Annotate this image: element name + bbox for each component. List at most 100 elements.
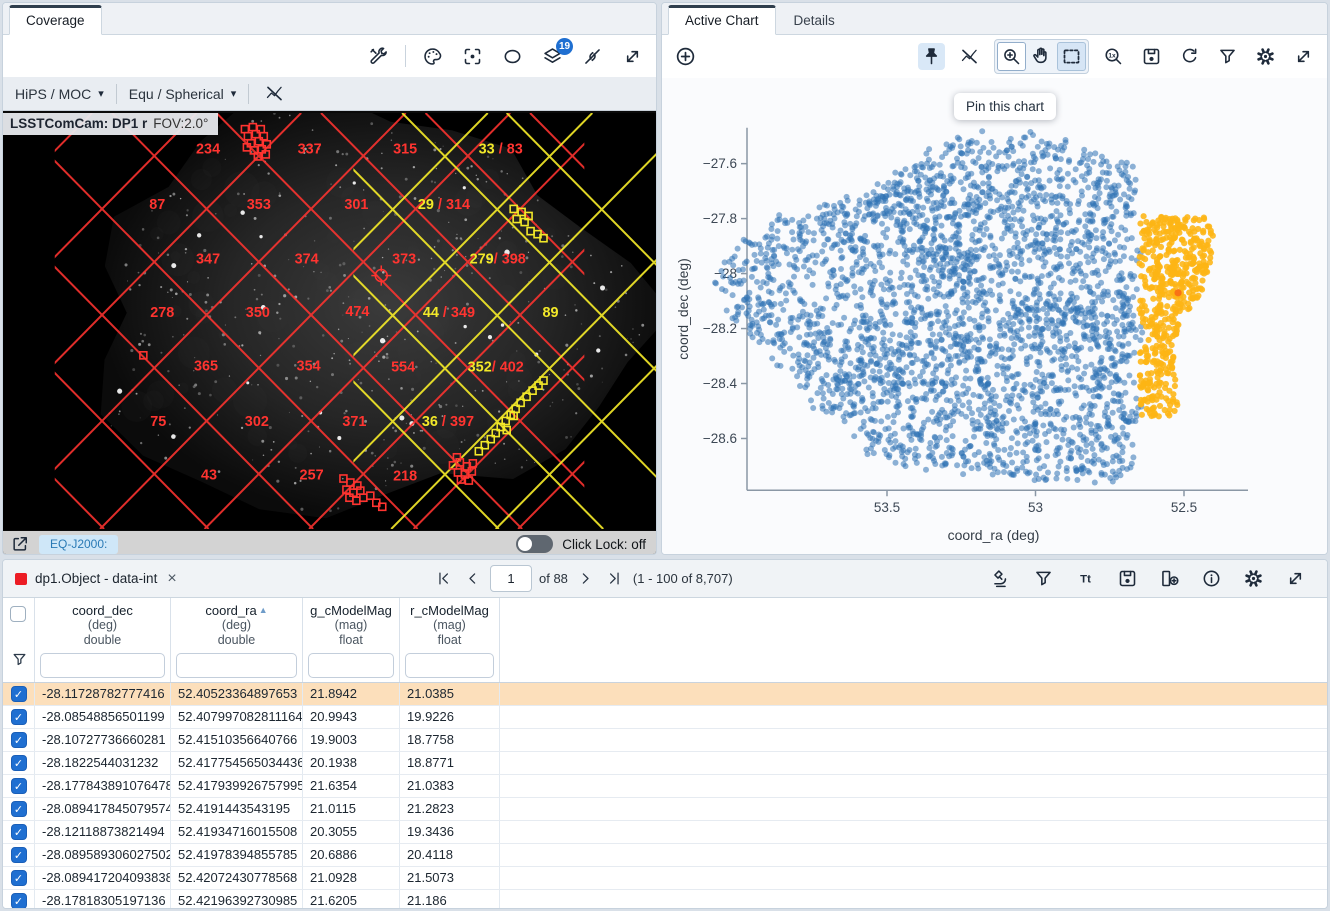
cell-coord_dec[interactable]: -28.08548856501199 xyxy=(35,706,171,728)
cell-g_cModelMag[interactable]: 20.3055 xyxy=(303,821,400,843)
cell-g_cModelMag[interactable]: 20.1938 xyxy=(303,752,400,774)
gear-icon[interactable] xyxy=(1252,43,1279,70)
select-rect-icon[interactable] xyxy=(1057,42,1086,71)
cell-g_cModelMag[interactable]: 20.6886 xyxy=(303,844,400,866)
hips-moc-dropdown[interactable]: HiPS / MOC ▾ xyxy=(15,86,104,102)
cell-coord_ra[interactable]: 52.40523364897653 xyxy=(171,683,303,705)
cell-coord_dec[interactable]: -28.089589306027502 xyxy=(35,844,171,866)
tab-coverage[interactable]: Coverage xyxy=(9,5,102,35)
filter-input-coord_dec[interactable] xyxy=(40,653,165,678)
cell-g_cModelMag[interactable]: 21.8942 xyxy=(303,683,400,705)
cell-coord_ra[interactable]: 52.42072430778568 xyxy=(171,867,303,889)
cell-coord_dec[interactable]: -28.10727736660281 xyxy=(35,729,171,751)
text-options-icon[interactable]: Tt xyxy=(1072,565,1099,592)
scatter-chart[interactable]: −27.6−27.8−28−28.2−28.4−28.653.55352.5co… xyxy=(662,78,1327,554)
cell-g_cModelMag[interactable]: 19.9003 xyxy=(303,729,400,751)
row-checkbox[interactable]: ✓ xyxy=(11,686,27,702)
link-off-icon[interactable] xyxy=(579,43,606,70)
cell-coord_dec[interactable]: -28.089417845079574 xyxy=(35,798,171,820)
click-lock-toggle[interactable] xyxy=(516,535,553,553)
last-page-button[interactable] xyxy=(604,568,626,590)
cell-coord_dec[interactable]: -28.11728782777416 xyxy=(35,683,171,705)
filter-input-r_cModelMag[interactable] xyxy=(405,653,494,678)
filter-icon[interactable] xyxy=(1214,43,1241,70)
table-row[interactable]: ✓ -28.1172878277741652.4052336489765321.8… xyxy=(3,683,1327,706)
column-header-g_cModelMag[interactable]: g_cModelMag(mag)float xyxy=(303,598,400,682)
first-page-button[interactable] xyxy=(432,568,454,590)
cell-coord_ra[interactable]: 52.417939926757995 xyxy=(171,775,303,797)
cell-g_cModelMag[interactable]: 21.6205 xyxy=(303,890,400,909)
cell-r_cModelMag[interactable]: 21.186 xyxy=(400,890,500,909)
row-checkbox[interactable]: ✓ xyxy=(11,732,27,748)
cell-r_cModelMag[interactable]: 19.3436 xyxy=(400,821,500,843)
table-tab-title[interactable]: dp1.Object - data-int xyxy=(35,571,157,586)
zoom-in-icon[interactable] xyxy=(997,42,1026,71)
cell-r_cModelMag[interactable]: 20.4118 xyxy=(400,844,500,866)
table-row[interactable]: ✓ -28.08941720409383852.42072430778568 21.… xyxy=(3,867,1327,890)
save-icon[interactable] xyxy=(1114,565,1141,592)
cell-coord_ra[interactable]: 52.41978394855785 xyxy=(171,844,303,866)
refresh-icon[interactable] xyxy=(1176,43,1203,70)
filter-input-coord_ra[interactable] xyxy=(176,653,297,678)
save-icon[interactable] xyxy=(1138,43,1165,70)
cell-g_cModelMag[interactable]: 21.0115 xyxy=(303,798,400,820)
cell-coord_dec[interactable]: -28.17818305197136 xyxy=(35,890,171,909)
cell-coord_dec[interactable]: -28.1822544031232 xyxy=(35,752,171,774)
cell-coord_ra[interactable]: 52.41934716015508 xyxy=(171,821,303,843)
cell-coord_dec[interactable]: -28.12118873821494 xyxy=(35,821,171,843)
table-row[interactable]: ✓-28.08958930602750252.4197839485578520.… xyxy=(3,844,1327,867)
page-number-input[interactable] xyxy=(490,565,532,592)
sky-image-viewer[interactable]: 23433731533 / 838735330129 / 31434737437… xyxy=(3,111,656,555)
projection-dropdown[interactable]: Equ / Spherical ▾ xyxy=(129,86,236,102)
cell-g_cModelMag[interactable]: 20.9943 xyxy=(303,706,400,728)
cell-r_cModelMag[interactable]: 19.9226 xyxy=(400,706,500,728)
ellipse-region-icon[interactable] xyxy=(499,43,526,70)
cell-r_cModelMag[interactable]: 21.2823 xyxy=(400,798,500,820)
distance-tool-off-icon[interactable] xyxy=(261,80,288,107)
close-table-icon[interactable]: × xyxy=(167,570,176,588)
cell-coord_ra[interactable]: 52.407997082811164 xyxy=(171,706,303,728)
cell-coord_ra[interactable]: 52.42196392730985 xyxy=(171,890,303,909)
cell-coord_dec[interactable]: -28.177843891076478 xyxy=(35,775,171,797)
gear-icon[interactable] xyxy=(1240,565,1267,592)
filter-row-icon[interactable] xyxy=(11,651,28,673)
table-row[interactable]: ✓ -28.1211887382149452.4193471601550820.3… xyxy=(3,821,1327,844)
row-checkbox[interactable]: ✓ xyxy=(11,801,27,817)
expand-image-icon[interactable] xyxy=(10,534,30,554)
expand-icon[interactable] xyxy=(1290,43,1317,70)
row-checkbox[interactable]: ✓ xyxy=(11,870,27,886)
row-checkbox[interactable]: ✓ xyxy=(11,709,27,725)
cell-r_cModelMag[interactable]: 18.8771 xyxy=(400,752,500,774)
table-row[interactable]: ✓-28.1781830519713652.4219639273098521.6… xyxy=(3,890,1327,909)
pin-icon[interactable] xyxy=(918,43,945,70)
tab-active-chart[interactable]: Active Chart xyxy=(668,5,776,35)
table-row[interactable]: ✓ -28.1072773666028152.4151035664076619.9… xyxy=(3,729,1327,752)
cell-r_cModelMag[interactable]: 21.5073 xyxy=(400,867,500,889)
column-header-r_cModelMag[interactable]: r_cModelMag(mag)float xyxy=(400,598,500,682)
row-checkbox[interactable]: ✓ xyxy=(11,847,27,863)
cell-r_cModelMag[interactable]: 21.0383 xyxy=(400,775,500,797)
filter-input-g_cModelMag[interactable] xyxy=(308,653,394,678)
cell-coord_ra[interactable]: 52.4191443543195 xyxy=(171,798,303,820)
tab-details[interactable]: Details xyxy=(778,8,851,34)
row-checkbox[interactable]: ✓ xyxy=(11,824,27,840)
expand-icon[interactable] xyxy=(1282,565,1309,592)
cell-coord_dec[interactable]: -28.089417204093838 xyxy=(35,867,171,889)
info-icon[interactable] xyxy=(1198,565,1225,592)
cell-r_cModelMag[interactable]: 18.7758 xyxy=(400,729,500,751)
cell-coord_ra[interactable]: 52.41510356640766 xyxy=(171,729,303,751)
trace-off-icon[interactable] xyxy=(956,43,983,70)
table-row[interactable]: ✓ -28.08941784507957452.419144354319521.0… xyxy=(3,798,1327,821)
scatter-chart-area[interactable]: −27.6−27.8−28−28.2−28.4−28.653.55352.5co… xyxy=(662,78,1327,554)
previous-page-button[interactable] xyxy=(461,568,483,590)
recenter-icon[interactable] xyxy=(459,43,486,70)
zoom-1x-icon[interactable]: 1x xyxy=(1100,43,1127,70)
layers-icon[interactable]: 19 xyxy=(539,43,566,70)
expand-icon[interactable] xyxy=(619,43,646,70)
palette-icon[interactable] xyxy=(419,43,446,70)
table-row[interactable]: ✓ -28.0854885650119952.40799708281116420.… xyxy=(3,706,1327,729)
cell-coord_ra[interactable]: 52.417754565034436 xyxy=(171,752,303,774)
filter-icon[interactable] xyxy=(1030,565,1057,592)
tools-icon[interactable] xyxy=(365,43,392,70)
sky-image[interactable]: 23433731533 / 838735330129 / 31434737437… xyxy=(3,113,656,529)
